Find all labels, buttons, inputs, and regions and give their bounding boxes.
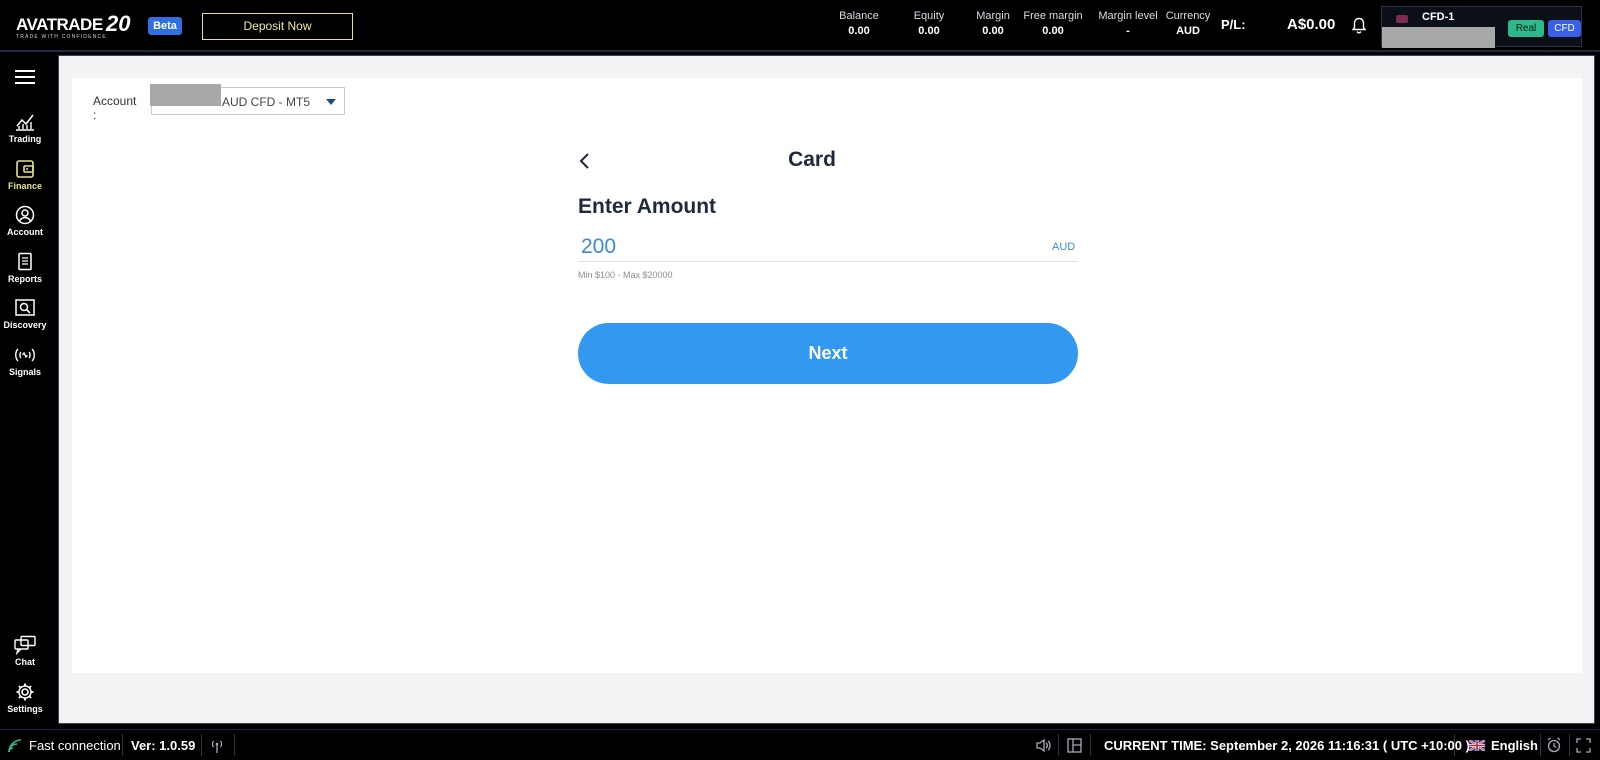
stat-value: 0.00 xyxy=(1042,25,1064,37)
page-title: Card xyxy=(788,148,836,171)
sidebar-item-settings[interactable]: Settings xyxy=(0,682,50,714)
beta-badge: Beta xyxy=(148,17,182,35)
sidebar: Trading Finance Account Reports Discover… xyxy=(0,52,50,726)
stat-value: 0.00 xyxy=(848,25,870,37)
stat-value: - xyxy=(1126,25,1130,37)
sidebar-item-label: Reports xyxy=(7,274,42,284)
deposit-now-button[interactable]: Deposit Now xyxy=(202,13,353,40)
sidebar-item-label: Settings xyxy=(7,704,43,714)
redacted-account-number xyxy=(1382,27,1495,48)
stat-currency: Currency AUD xyxy=(1163,10,1213,37)
cfd-badge: CFD xyxy=(1548,20,1581,37)
sidebar-item-account[interactable]: Account xyxy=(0,205,50,237)
sidebar-item-label: Finance xyxy=(7,181,42,191)
sidebar-item-finance[interactable]: Finance xyxy=(0,159,50,191)
signal-waves-icon xyxy=(15,348,35,362)
chart-line-icon xyxy=(16,114,34,131)
sidebar-item-trading[interactable]: Trading xyxy=(0,112,50,144)
account-flag-icon xyxy=(1396,15,1408,23)
chat-bubbles-icon xyxy=(14,635,36,655)
sidebar-item-label: Signals xyxy=(8,367,41,377)
stat-margin: Margin 0.00 xyxy=(963,10,1023,37)
next-button[interactable]: Next xyxy=(578,323,1078,384)
alarm-clock-icon[interactable] xyxy=(1546,737,1562,753)
account-switcher[interactable]: CFD-1 Real CFD xyxy=(1381,6,1582,48)
amount-input[interactable] xyxy=(578,232,1078,262)
wallet-icon xyxy=(16,160,34,178)
account-name: CFD-1 xyxy=(1422,11,1455,23)
stat-value: AUD xyxy=(1176,25,1200,37)
amount-currency: AUD xyxy=(1052,241,1076,253)
top-bar: AVATRADE 20 TRADE WITH CONFIDENCE Beta D… xyxy=(0,0,1600,52)
real-badge: Real xyxy=(1508,20,1544,37)
pl-label: P/L: xyxy=(1221,17,1246,32)
stat-value: 0.00 xyxy=(918,25,940,37)
avatrade-logo: AVATRADE 20 TRADE WITH CONFIDENCE xyxy=(14,11,138,41)
connection-status: Fast connection xyxy=(29,738,121,753)
sidebar-item-label: Account xyxy=(7,227,43,237)
sidebar-item-chat[interactable]: Chat xyxy=(0,635,50,667)
stat-label: Equity xyxy=(913,10,945,22)
layout-icon[interactable] xyxy=(1067,738,1082,753)
account-select[interactable]: AUD CFD - MT5 xyxy=(150,84,345,115)
uk-flag-icon xyxy=(1469,740,1485,751)
magnify-screen-icon xyxy=(15,299,35,316)
speaker-icon[interactable] xyxy=(1035,738,1051,753)
caret-down-icon xyxy=(326,99,336,105)
logo-text: AVATRADE xyxy=(16,15,103,34)
sidebar-item-label: Trading xyxy=(8,134,42,144)
hamburger-menu-icon[interactable] xyxy=(15,70,35,84)
status-bar: Fast connection Ver: 1.0.59 CURRENT TIME… xyxy=(0,729,1600,760)
stat-label: Free margin xyxy=(1023,10,1083,22)
amount-limits: Min $100 - Max $20000 xyxy=(578,270,673,280)
stat-label: Margin xyxy=(976,10,1010,22)
deposit-panel: Account : AUD CFD - MT5 Card Enter Amoun… xyxy=(72,78,1582,673)
sidebar-item-reports[interactable]: Reports xyxy=(0,252,50,284)
document-icon xyxy=(18,252,32,271)
user-circle-icon xyxy=(15,205,35,225)
stat-label: Balance xyxy=(839,10,879,22)
amount-label: Enter Amount xyxy=(578,195,717,218)
account-label: Account : xyxy=(93,94,137,122)
main-frame: Account : AUD CFD - MT5 Card Enter Amoun… xyxy=(58,55,1595,724)
back-chevron-icon[interactable] xyxy=(578,152,592,170)
stat-value: 0.00 xyxy=(982,25,1004,37)
stat-margin-level: Margin level - xyxy=(1093,10,1163,37)
stat-equity: Equity 0.00 xyxy=(899,10,959,37)
language-selector[interactable]: English xyxy=(1491,738,1538,753)
stat-free-margin: Free margin 0.00 xyxy=(1018,10,1088,37)
logo-twenty: 20 xyxy=(106,11,131,36)
stat-label: Margin level xyxy=(1098,10,1158,22)
account-select-value: AUD CFD - MT5 xyxy=(222,95,310,109)
sidebar-item-signals[interactable]: Signals xyxy=(0,345,50,377)
sidebar-item-discovery[interactable]: Discovery xyxy=(0,298,50,330)
version-label: Ver: 1.0.59 xyxy=(131,738,196,753)
connection-signal-icon xyxy=(8,739,22,753)
current-time: CURRENT TIME: September 2, 2026 11:16:31… xyxy=(1104,738,1470,753)
fullscreen-icon[interactable] xyxy=(1576,738,1591,753)
sidebar-item-label: Chat xyxy=(15,657,35,667)
bell-icon[interactable] xyxy=(1351,17,1367,35)
stat-balance: Balance 0.00 xyxy=(829,10,889,37)
stat-label: Currency xyxy=(1165,10,1211,22)
logo-tagline: TRADE WITH CONFIDENCE xyxy=(16,34,107,40)
redacted-account-id xyxy=(150,84,221,106)
antenna-icon[interactable] xyxy=(209,738,225,754)
pl-value: A$0.00 xyxy=(1287,16,1336,33)
sidebar-item-label: Discovery xyxy=(3,320,47,330)
gear-icon xyxy=(16,683,34,701)
